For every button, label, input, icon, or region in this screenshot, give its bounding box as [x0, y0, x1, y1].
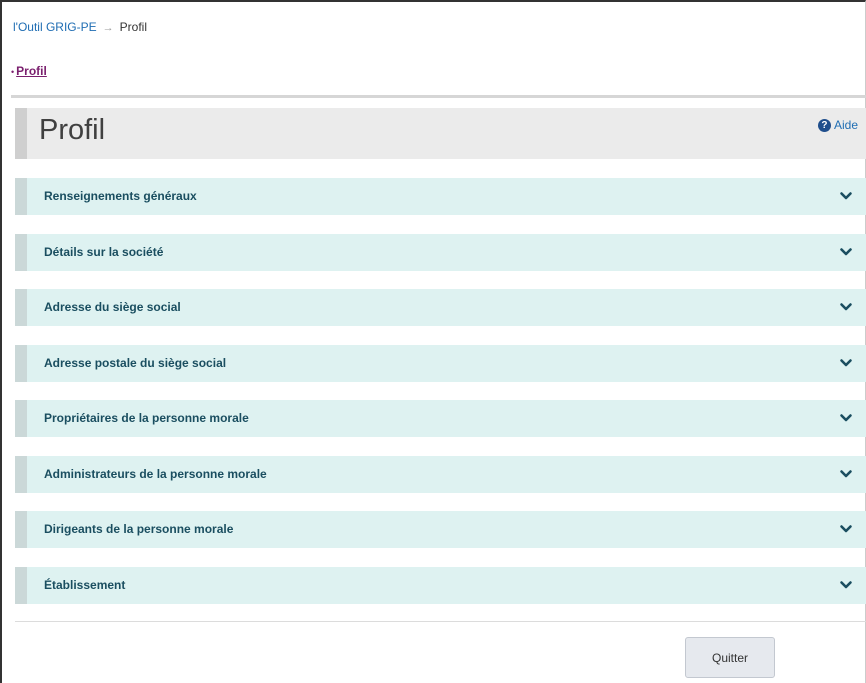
- accordion-section[interactable]: Détails sur la société: [15, 234, 866, 271]
- accordion-section[interactable]: Adresse postale du siège social: [15, 345, 866, 382]
- chevron-down-icon[interactable]: [839, 411, 853, 425]
- quit-button[interactable]: Quitter: [685, 637, 775, 678]
- accordion-section[interactable]: Propriétaires de la personne morale: [15, 400, 866, 437]
- bullet-icon: •: [11, 67, 15, 77]
- accordion-section-label: Adresse postale du siège social: [44, 356, 227, 370]
- footer-divider: [15, 621, 866, 622]
- sub-navigation: • Profil: [11, 64, 47, 78]
- chevron-down-icon[interactable]: [839, 300, 853, 314]
- breadcrumb-home-link[interactable]: l'Outil GRIG-PE: [13, 20, 97, 34]
- page-header: Profil ? Aide: [15, 108, 866, 159]
- accordion-section-label: Établissement: [44, 578, 126, 592]
- breadcrumb: l'Outil GRIG-PE → Profil: [13, 20, 147, 34]
- accordion-section[interactable]: Renseignements généraux: [15, 178, 866, 215]
- accordion-section[interactable]: Établissement: [15, 567, 866, 604]
- subnav-item-profil[interactable]: Profil: [16, 64, 47, 78]
- chevron-down-icon[interactable]: [839, 522, 853, 536]
- page-title: Profil: [39, 114, 106, 146]
- chevron-down-icon[interactable]: [839, 356, 853, 370]
- help-link[interactable]: ? Aide: [817, 118, 858, 132]
- chevron-down-icon[interactable]: [839, 189, 853, 203]
- accordion-section-label: Renseignements généraux: [44, 189, 197, 203]
- header-divider: [11, 95, 866, 98]
- accordion-section-label: Adresse du siège social: [44, 300, 181, 314]
- accordion-section-label: Propriétaires de la personne morale: [44, 411, 249, 425]
- accordion-section-label: Dirigeants de la personne morale: [44, 522, 234, 536]
- breadcrumb-current: Profil: [119, 20, 147, 34]
- breadcrumb-arrow-icon: →: [102, 22, 114, 34]
- help-label: Aide: [833, 118, 858, 132]
- chevron-down-icon[interactable]: [839, 467, 853, 481]
- accordion-section-label: Détails sur la société: [44, 245, 164, 259]
- accordion-section-label: Administrateurs de la personne morale: [44, 467, 267, 481]
- chevron-down-icon[interactable]: [839, 578, 853, 592]
- accordion-section[interactable]: Adresse du siège social: [15, 289, 866, 326]
- accordion-section[interactable]: Administrateurs de la personne morale: [15, 456, 866, 493]
- accordion-section[interactable]: Dirigeants de la personne morale: [15, 511, 866, 548]
- chevron-down-icon[interactable]: [839, 245, 853, 259]
- question-circle-icon: ?: [817, 118, 831, 132]
